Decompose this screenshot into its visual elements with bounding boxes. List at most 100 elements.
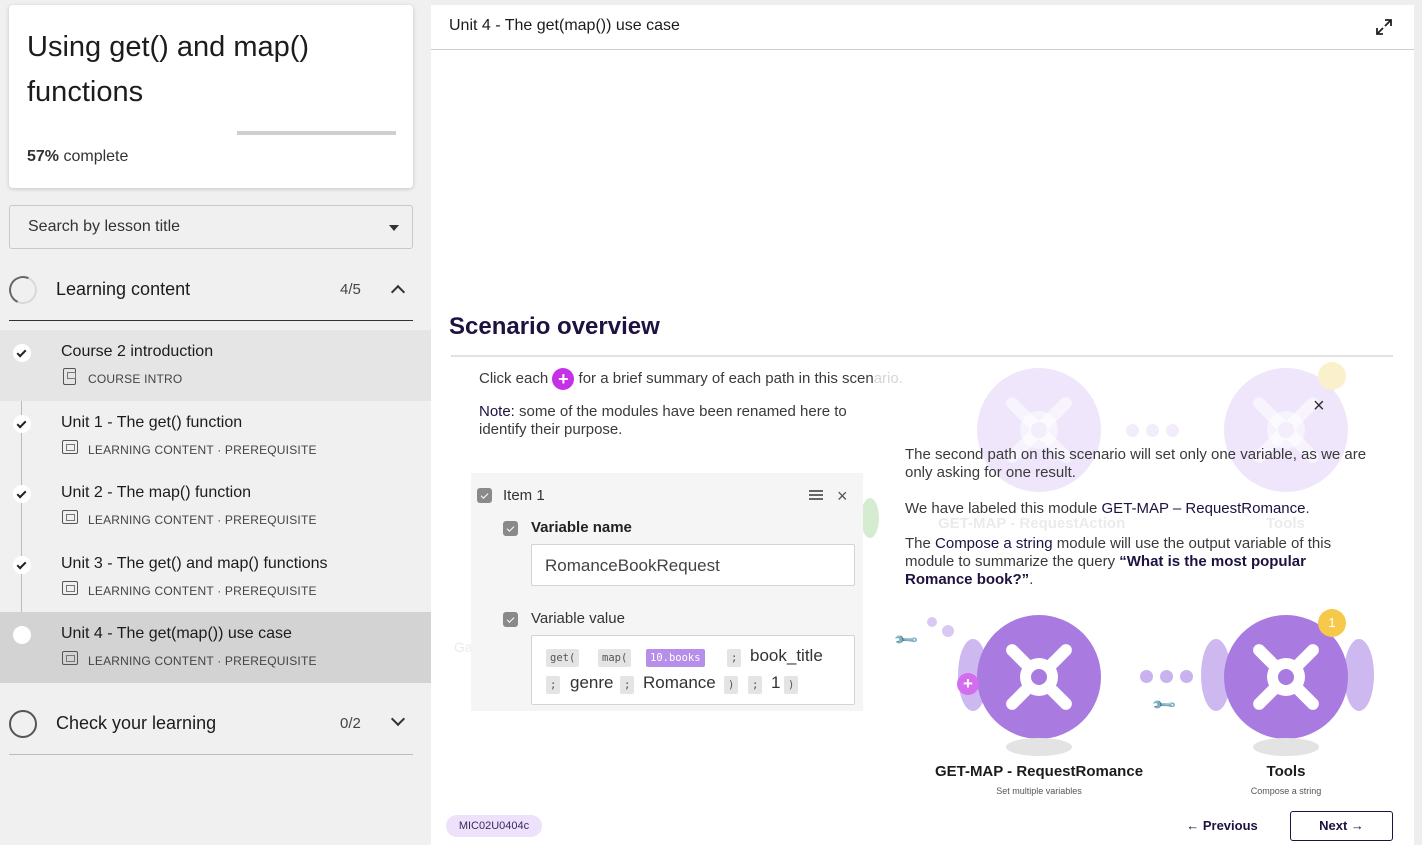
progress-suffix: complete bbox=[59, 148, 129, 165]
lesson-item-unit-2[interactable]: Unit 2 - The map() function LEARNING CON… bbox=[0, 471, 431, 542]
course-sidebar: Using get() and map() functions 57% comp… bbox=[0, 0, 431, 845]
section-count: 0/2 bbox=[340, 715, 361, 732]
lesson-meta: LEARNING CONTENT · PREREQUISITE bbox=[88, 584, 317, 598]
module-shadow bbox=[1253, 738, 1319, 756]
divider bbox=[451, 355, 1393, 357]
next-button[interactable]: Next → bbox=[1290, 811, 1393, 841]
ghost-label: Ga bbox=[454, 639, 473, 655]
progress-ring-icon bbox=[5, 272, 41, 308]
popover-highlight: Compose a string bbox=[935, 535, 1053, 552]
expand-icon[interactable] bbox=[1374, 17, 1394, 37]
lesson-title: Unit 2 - The map() function bbox=[61, 484, 252, 501]
section-count: 4/5 bbox=[340, 281, 361, 298]
menu-icon[interactable] bbox=[809, 490, 823, 500]
chevron-down-icon[interactable] bbox=[390, 711, 406, 727]
note-text: Note: some of the modules have been rena… bbox=[479, 403, 859, 439]
lesson-item-unit-4[interactable]: Unit 4 - The get(map()) use case LEARNIN… bbox=[0, 612, 431, 683]
variable-name-field[interactable]: RomanceBookRequest bbox=[531, 544, 855, 586]
module-shadow bbox=[1006, 738, 1072, 756]
lesson-title: Course 2 introduction bbox=[61, 343, 214, 360]
content-code-badge: MIC02U0404c bbox=[446, 815, 542, 837]
progress-percent: 57% bbox=[27, 148, 60, 165]
progress-text: 57% complete bbox=[27, 148, 128, 166]
gear-icon bbox=[1020, 658, 1058, 696]
variable-value-field[interactable]: get( map( 10.books ; book_title ; genre … bbox=[531, 635, 855, 705]
trail-dot bbox=[927, 617, 937, 627]
close-paren-pill: ) bbox=[724, 676, 739, 694]
module-subtitle: Set multiple variables bbox=[996, 786, 1082, 796]
route-wrench-icon[interactable]: 🔧 bbox=[1150, 691, 1178, 719]
close-icon[interactable]: × bbox=[1313, 395, 1325, 418]
collapse-checkbox-icon[interactable] bbox=[477, 488, 492, 503]
popover-text: We have labeled this module bbox=[905, 500, 1102, 517]
function-pill-map[interactable]: map( bbox=[598, 649, 632, 667]
document-icon bbox=[63, 368, 76, 385]
variable-pill-books[interactable]: 10.books bbox=[646, 649, 705, 667]
separator-pill: ; bbox=[727, 649, 742, 667]
lesson-search-dropdown[interactable]: Search by lesson title bbox=[9, 205, 413, 249]
section-check-your-learning[interactable]: Check your learning 0/2 bbox=[9, 698, 413, 748]
operation-count-badge: 1 bbox=[1318, 609, 1346, 637]
popover-text: . bbox=[1029, 571, 1034, 588]
instruction-text: Click each + for a brief summary of each… bbox=[479, 368, 903, 390]
lesson-meta: LEARNING CONTENT · PREREQUISITE bbox=[88, 513, 317, 527]
connector-dot bbox=[1140, 670, 1153, 683]
item-label: Item 1 bbox=[503, 487, 545, 504]
checkmark-icon bbox=[16, 559, 27, 570]
note-body: some of the modules have been renamed he… bbox=[479, 403, 847, 438]
formula-text: 1 bbox=[771, 673, 781, 692]
lesson-item-unit-3[interactable]: Unit 3 - The get() and map() functions L… bbox=[0, 542, 431, 613]
lesson-meta: LEARNING CONTENT · PREREQUISITE bbox=[88, 443, 317, 457]
checkmark-icon bbox=[16, 418, 27, 429]
lesson-status-dot bbox=[13, 344, 31, 362]
chevron-up-icon[interactable] bbox=[390, 284, 406, 300]
lesson-meta: LEARNING CONTENT · PREREQUISITE bbox=[88, 654, 317, 668]
lesson-header: Unit 4 - The get(map()) use case bbox=[431, 5, 1414, 50]
search-label: Search by lesson title bbox=[28, 218, 181, 235]
collapse-checkbox-icon[interactable] bbox=[503, 612, 518, 627]
module-name: Tools bbox=[1266, 763, 1306, 780]
previous-button[interactable]: ← Previous bbox=[1180, 813, 1264, 839]
set-variables-panel: Item 1 × Variable name RomanceBookReques… bbox=[471, 473, 863, 711]
module-plus-button[interactable]: + bbox=[957, 673, 979, 695]
plus-icon: + bbox=[552, 368, 575, 390]
module-get-map-request-romance[interactable] bbox=[977, 615, 1101, 739]
connector-dot bbox=[1180, 670, 1193, 683]
popover-text: The bbox=[905, 535, 936, 552]
popover-paragraph: The Compose a string module will use the… bbox=[905, 535, 1367, 589]
formula-text: Romance bbox=[643, 673, 716, 692]
slides-icon bbox=[62, 581, 78, 595]
function-pill-get[interactable]: get( bbox=[546, 649, 580, 667]
variable-name-label: Variable name bbox=[531, 519, 632, 536]
formula-text: book_title bbox=[750, 646, 823, 665]
unit-title: Unit 4 - The get(map()) use case bbox=[449, 17, 680, 34]
lesson-content-panel: Unit 4 - The get(map()) use case Scenari… bbox=[431, 5, 1414, 845]
slides-icon bbox=[62, 651, 78, 665]
course-title: Using get() and map() functions bbox=[27, 31, 310, 108]
slides-icon bbox=[62, 440, 78, 454]
lesson-item-unit-1[interactable]: Unit 1 - The get() function LEARNING CON… bbox=[0, 401, 431, 472]
popover-highlight: GET-MAP – RequestRomance bbox=[1101, 500, 1306, 517]
slides-icon bbox=[62, 510, 78, 524]
checkmark-icon bbox=[16, 488, 27, 499]
note-label: Note: bbox=[479, 403, 515, 420]
ghost-badge bbox=[1318, 362, 1346, 390]
popover-text: . bbox=[1305, 500, 1310, 517]
path-summary-popover: × The second path on this scenario will … bbox=[905, 390, 1367, 598]
lesson-status-dot bbox=[13, 626, 31, 644]
module-name: GET-MAP - RequestRomance bbox=[934, 763, 1144, 780]
popover-paragraph: We have labeled this module GET-MAP – Re… bbox=[905, 500, 1367, 518]
section-learning-content[interactable]: Learning content 4/5 bbox=[5, 264, 413, 314]
divider bbox=[9, 754, 413, 755]
connector-dot bbox=[1160, 670, 1173, 683]
instruction-faded: ario. bbox=[873, 369, 903, 387]
divider bbox=[9, 320, 413, 321]
lesson-title: Unit 3 - The get() and map() functions bbox=[61, 555, 328, 572]
checkmark-icon bbox=[16, 347, 27, 358]
lesson-item-course-intro[interactable]: Course 2 introduction COURSE INTRO bbox=[0, 330, 431, 401]
instruction-prefix: Click each bbox=[479, 369, 549, 387]
close-icon[interactable]: × bbox=[837, 486, 848, 507]
lesson-status-dot bbox=[13, 556, 31, 574]
variable-value-label: Variable value bbox=[531, 610, 625, 627]
collapse-checkbox-icon[interactable] bbox=[503, 521, 518, 536]
